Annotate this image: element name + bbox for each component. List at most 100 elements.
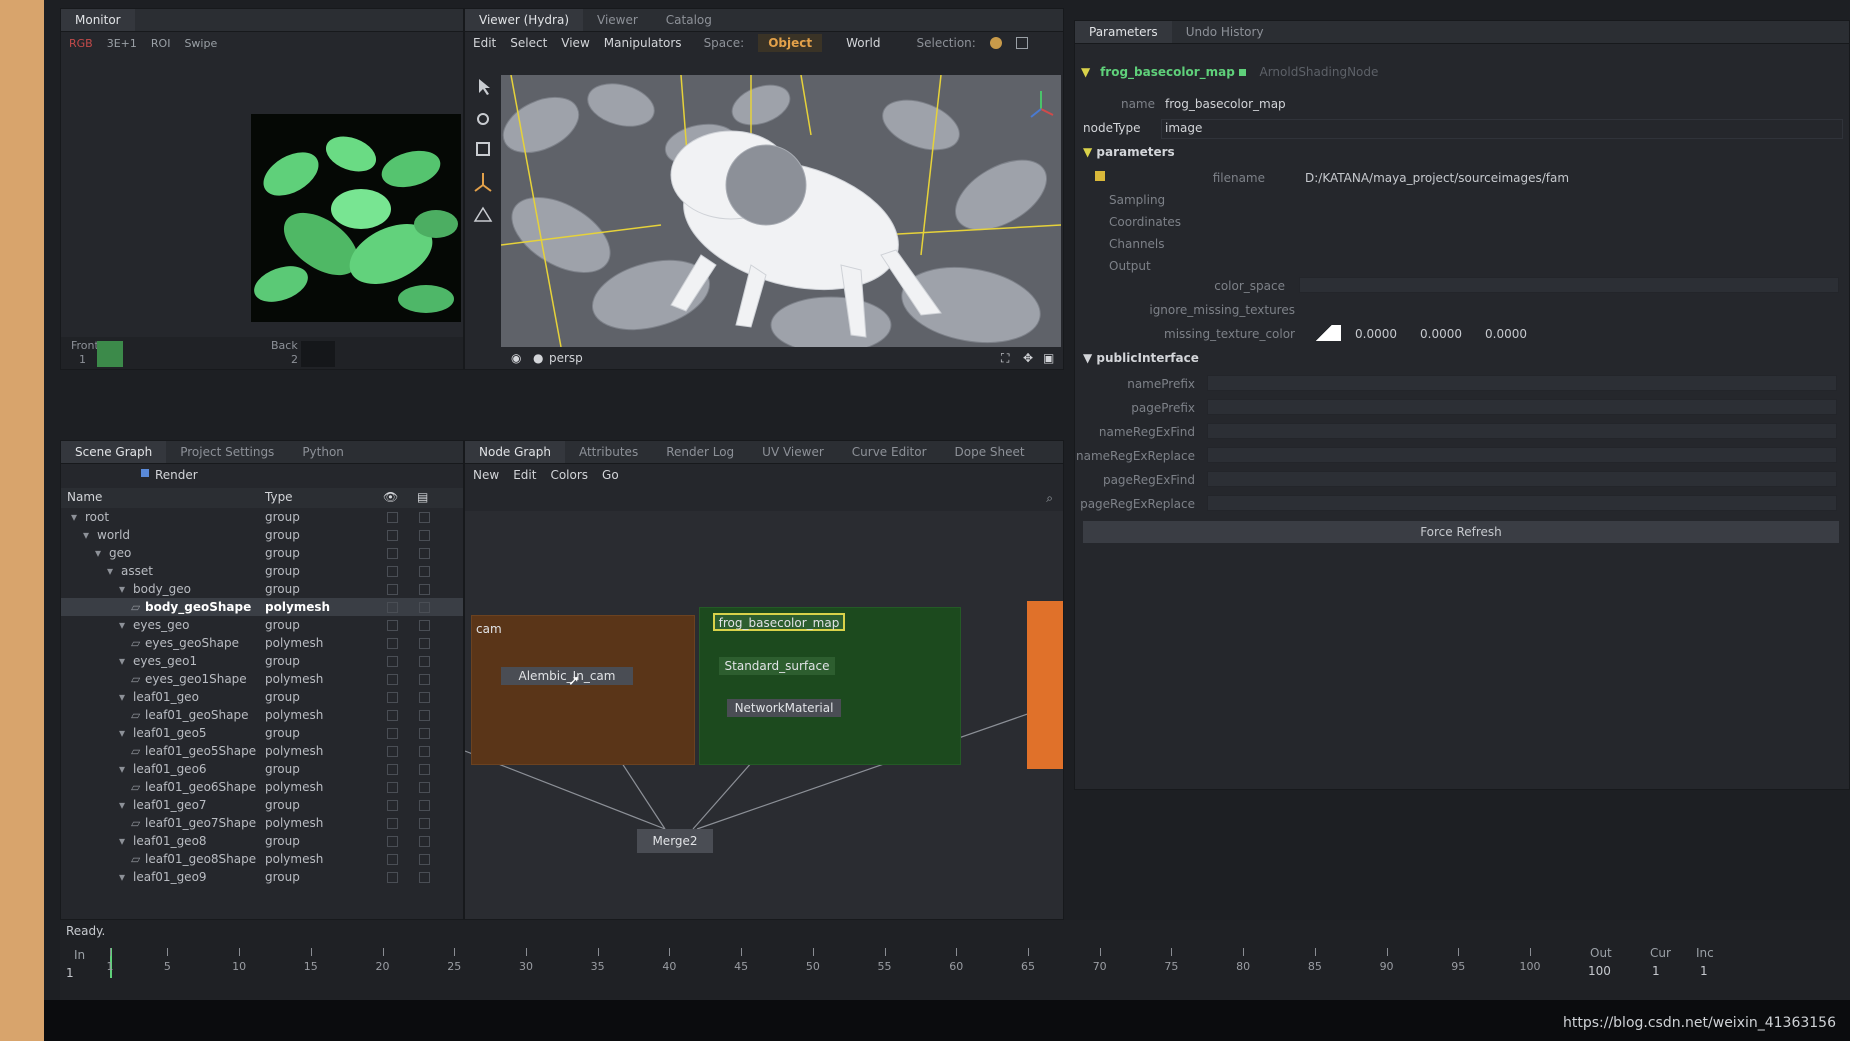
- visibility-checkbox[interactable]: [387, 656, 398, 667]
- visibility-checkbox[interactable]: [387, 584, 398, 595]
- scene-graph-row[interactable]: ▾ eyes_geo1 group: [61, 652, 463, 670]
- scene-graph-row[interactable]: ▾ eyes_geo group: [61, 616, 463, 634]
- selection-sphere-icon[interactable]: [989, 37, 1002, 49]
- camera-radio-icon[interactable]: ●: [533, 351, 543, 365]
- color-space-field[interactable]: [1299, 277, 1839, 293]
- visibility-checkbox[interactable]: [387, 674, 398, 685]
- scene-graph-row[interactable]: ▱ leaf01_geoShape polymesh: [61, 706, 463, 724]
- scene-graph-row[interactable]: ▾ body_geo group: [61, 580, 463, 598]
- proxy-checkbox[interactable]: [419, 548, 430, 559]
- tab-viewer-hydra[interactable]: Viewer (Hydra): [465, 9, 583, 31]
- proxy-checkbox[interactable]: [419, 692, 430, 703]
- nodetype-dropdown[interactable]: [1161, 119, 1843, 139]
- space-object-button[interactable]: Object: [758, 34, 823, 52]
- eye-icon[interactable]: ◉: [511, 351, 521, 365]
- exposure-button[interactable]: 3E+1: [107, 37, 137, 50]
- merge2-node[interactable]: Merge2: [637, 829, 713, 853]
- name-prefix-field[interactable]: [1207, 375, 1837, 391]
- visibility-checkbox[interactable]: [387, 782, 398, 793]
- visibility-checkbox[interactable]: [387, 836, 398, 847]
- proxy-checkbox[interactable]: [419, 602, 430, 613]
- visibility-checkbox[interactable]: [387, 872, 398, 883]
- inc-value[interactable]: 1: [1700, 964, 1708, 978]
- scene-graph-row[interactable]: ▱ leaf01_geo6Shape polymesh: [61, 778, 463, 796]
- proxy-checkbox[interactable]: [419, 818, 430, 829]
- proxy-checkbox[interactable]: [419, 566, 430, 577]
- column-type[interactable]: Type: [265, 490, 293, 504]
- viewport[interactable]: [501, 75, 1061, 347]
- selection-grid-icon[interactable]: [1015, 37, 1028, 49]
- visibility-column-icon[interactable]: 👁: [383, 490, 398, 504]
- proxy-checkbox[interactable]: [419, 854, 430, 865]
- expand-arrow-icon[interactable]: ▾: [71, 508, 77, 526]
- menu-go[interactable]: Go: [602, 468, 619, 482]
- channel-rgb-button[interactable]: RGB: [69, 37, 93, 50]
- menu-new[interactable]: New: [473, 468, 499, 482]
- menu-view[interactable]: View: [561, 36, 589, 50]
- page-regex-replace-field[interactable]: [1207, 495, 1837, 511]
- proxy-checkbox[interactable]: [419, 782, 430, 793]
- expand-arrow-icon[interactable]: ▾: [119, 796, 125, 814]
- visibility-checkbox[interactable]: [387, 728, 398, 739]
- visibility-checkbox[interactable]: [387, 530, 398, 541]
- visibility-checkbox[interactable]: [387, 710, 398, 721]
- alembic-in-cam-node[interactable]: Alembic_In_cam: [501, 667, 633, 685]
- visibility-checkbox[interactable]: [387, 692, 398, 703]
- proxy-checkbox[interactable]: [419, 656, 430, 667]
- manipulator-icons[interactable]: [469, 73, 497, 243]
- proxy-checkbox[interactable]: [419, 764, 430, 775]
- mesh-icon[interactable]: ▱: [131, 778, 140, 796]
- network-material-node[interactable]: NetworkMaterial: [727, 699, 841, 717]
- scene-graph-row[interactable]: ▾ world group: [61, 526, 463, 544]
- scene-graph-row[interactable]: ▾ leaf01_geo7 group: [61, 796, 463, 814]
- expand-arrow-icon[interactable]: ▾: [119, 868, 125, 886]
- expand-arrow-icon[interactable]: ▾: [119, 760, 125, 778]
- mesh-icon[interactable]: ▱: [131, 706, 140, 724]
- proxy-checkbox[interactable]: [419, 512, 430, 523]
- menu-colors[interactable]: Colors: [550, 468, 588, 482]
- expand-arrow-icon[interactable]: ▾: [119, 652, 125, 670]
- proxy-checkbox[interactable]: [419, 800, 430, 811]
- expand-arrow-icon[interactable]: ▾: [107, 562, 113, 580]
- tab-viewer[interactable]: Viewer: [583, 9, 652, 31]
- scene-graph-row[interactable]: ▱ body_geoShape polymesh: [61, 598, 463, 616]
- roi-button[interactable]: ROI: [151, 37, 171, 50]
- visibility-checkbox[interactable]: [387, 818, 398, 829]
- tab-uv-viewer[interactable]: UV Viewer: [748, 441, 838, 463]
- scene-graph-row[interactable]: ▾ leaf01_geo6 group: [61, 760, 463, 778]
- scene-graph-row[interactable]: ▱ leaf01_geo8Shape polymesh: [61, 850, 463, 868]
- tab-attributes[interactable]: Attributes: [565, 441, 652, 463]
- scene-graph-row[interactable]: ▱ eyes_geo1Shape polymesh: [61, 670, 463, 688]
- tab-catalog[interactable]: Catalog: [652, 9, 726, 31]
- visibility-checkbox[interactable]: [387, 854, 398, 865]
- camera-icon[interactable]: ▣: [1043, 351, 1054, 365]
- cam-backdrop[interactable]: cam: [471, 615, 695, 765]
- scene-graph-row[interactable]: ▾ root group: [61, 508, 463, 526]
- name-regex-replace-field[interactable]: [1207, 447, 1837, 463]
- proxy-checkbox[interactable]: [419, 638, 430, 649]
- scene-graph-row[interactable]: ▾ leaf01_geo9 group: [61, 868, 463, 886]
- proxy-checkbox[interactable]: [419, 710, 430, 721]
- visibility-checkbox[interactable]: [387, 638, 398, 649]
- render-filter[interactable]: Render: [155, 468, 198, 482]
- standard-surface-node[interactable]: Standard_surface: [719, 657, 835, 675]
- cur-value[interactable]: 1: [1652, 964, 1660, 978]
- filename-value[interactable]: D:/KATANA/maya_project/sourceimages/fam: [1305, 171, 1569, 185]
- visibility-checkbox[interactable]: [387, 620, 398, 631]
- scene-graph-row[interactable]: ▱ leaf01_geo5Shape polymesh: [61, 742, 463, 760]
- visibility-checkbox[interactable]: [387, 746, 398, 757]
- proxy-checkbox[interactable]: [419, 620, 430, 631]
- mesh-icon[interactable]: ▱: [131, 742, 140, 760]
- proxy-column-icon[interactable]: ▤: [417, 490, 428, 504]
- public-interface-group-header[interactable]: ▼ publicInterface: [1083, 351, 1199, 365]
- visibility-checkbox[interactable]: [387, 602, 398, 613]
- expand-arrow-icon[interactable]: ▾: [95, 544, 101, 562]
- visibility-checkbox[interactable]: [387, 800, 398, 811]
- page-prefix-field[interactable]: [1207, 399, 1837, 415]
- frog-basecolor-node[interactable]: frog_basecolor_map: [713, 613, 845, 631]
- visibility-checkbox[interactable]: [387, 548, 398, 559]
- param-node-title[interactable]: frog_basecolor_map: [1100, 65, 1235, 79]
- frame-view-icon[interactable]: ⛶: [1001, 351, 1009, 366]
- expand-arrow-icon[interactable]: ▾: [119, 580, 125, 598]
- missing-color-b[interactable]: 0.0000: [1485, 327, 1527, 341]
